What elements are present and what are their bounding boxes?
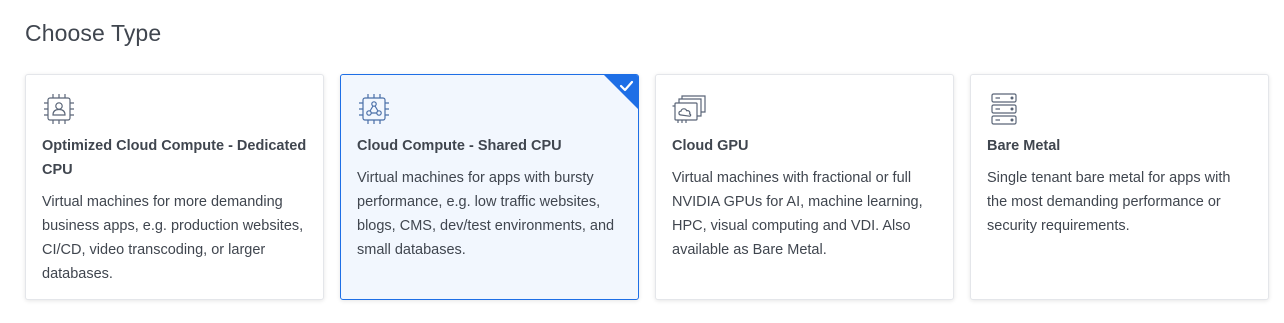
selected-check-icon — [604, 75, 638, 109]
type-card-optimized-cloud-compute[interactable]: Optimized Cloud Compute - Dedicated CPU … — [25, 74, 324, 300]
card-title: Optimized Cloud Compute - Dedicated CPU — [42, 138, 307, 178]
card-description: Virtual machines for more demanding busi… — [42, 194, 304, 282]
card-title: Bare Metal — [987, 138, 1061, 154]
cpu-chip-user-icon — [42, 92, 76, 126]
type-card-bare-metal[interactable]: Bare Metal Single tenant bare metal for … — [970, 74, 1269, 300]
card-description: Virtual machines with fractional or full… — [672, 170, 923, 258]
type-card-list: Optimized Cloud Compute - Dedicated CPU … — [25, 74, 1269, 300]
card-description: Virtual machines for apps with bursty pe… — [357, 170, 615, 258]
card-title: Cloud GPU — [672, 138, 749, 154]
type-card-cloud-gpu[interactable]: Cloud GPU Virtual machines with fraction… — [655, 74, 954, 300]
server-rack-icon — [987, 92, 1021, 126]
page-title: Choose Type — [25, 20, 162, 46]
card-title: Cloud Compute - Shared CPU — [357, 138, 562, 154]
card-description: Single tenant bare metal for apps with t… — [987, 170, 1231, 234]
gpu-cards-icon — [672, 92, 706, 126]
type-card-cloud-compute-shared[interactable]: Cloud Compute - Shared CPU Virtual machi… — [340, 74, 639, 300]
cpu-chip-network-icon — [357, 92, 391, 126]
